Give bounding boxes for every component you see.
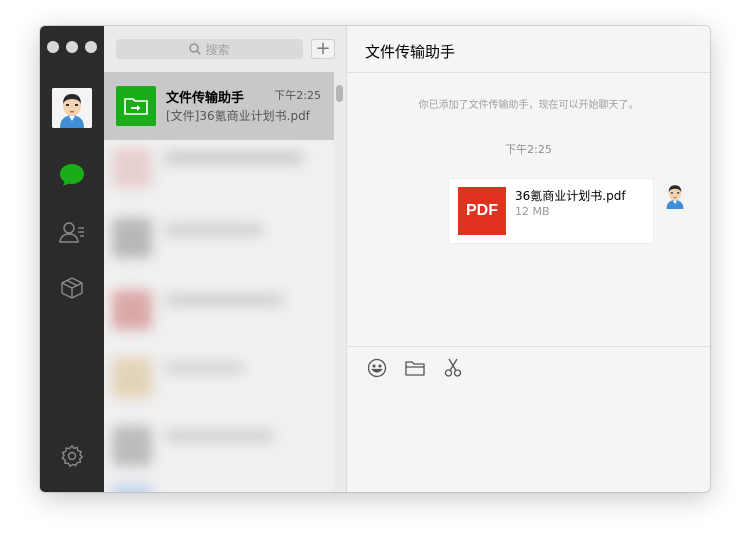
file-name: 36氪商业计划书.pdf (515, 189, 626, 203)
conversation-list: 搜索 + 文件传输助手 下午2:25 [文件]36氪商业计划书.pdf (104, 26, 347, 492)
avatar[interactable] (52, 88, 92, 128)
file-size: 12 MB (515, 205, 550, 218)
emoji-icon[interactable] (366, 357, 388, 379)
conversation-time: 下午2:25 (274, 89, 321, 102)
conversation-name: 文件传输助手 (166, 91, 245, 106)
blurred-conversations (104, 140, 334, 492)
system-notice: 你已添加了文件传输助手，现在可以开始聊天了。 (418, 100, 639, 111)
search-input[interactable]: 搜索 (116, 39, 303, 59)
chat-bubble-icon[interactable] (58, 161, 86, 189)
search-placeholder: 搜索 (205, 42, 230, 57)
wechat-window: 搜索 + 文件传输助手 下午2:25 [文件]36氪商业计划书.pdf 文件传输… (40, 26, 710, 492)
folder-icon[interactable] (404, 357, 426, 379)
chat-title: 文件传输助手 (347, 26, 710, 73)
composer-toolbar (366, 357, 464, 379)
search-icon (189, 43, 202, 55)
settings-gear-icon[interactable] (58, 442, 86, 470)
message-area: 你已添加了文件传输助手，现在可以开始聊天了。 下午2:25 PDF 36氪商业计… (347, 73, 710, 346)
chat-pane: 文件传输助手 你已添加了文件传输助手，现在可以开始聊天了。 下午2:25 PDF… (347, 26, 710, 492)
conversation-preview: [文件]36氪商业计划书.pdf (166, 109, 310, 123)
pdf-file-icon: PDF (458, 187, 506, 235)
message-composer[interactable] (347, 346, 710, 492)
favorites-box-icon[interactable] (58, 274, 86, 302)
sender-avatar[interactable] (661, 181, 689, 209)
file-transfer-icon (116, 86, 156, 126)
add-button[interactable]: + (311, 39, 335, 59)
message-timestamp: 下午2:25 (505, 143, 552, 156)
close-window-button[interactable] (47, 41, 59, 53)
maximize-window-button[interactable] (85, 41, 97, 53)
contacts-icon[interactable] (58, 218, 86, 246)
scissors-icon[interactable] (442, 357, 464, 379)
list-scrollbar[interactable] (336, 85, 343, 102)
file-message-card[interactable]: PDF 36氪商业计划书.pdf 12 MB (449, 179, 653, 243)
window-controls (47, 41, 97, 53)
minimize-window-button[interactable] (66, 41, 78, 53)
conversation-item[interactable]: 文件传输助手 下午2:25 [文件]36氪商业计划书.pdf (104, 72, 334, 140)
sidebar (40, 26, 104, 492)
